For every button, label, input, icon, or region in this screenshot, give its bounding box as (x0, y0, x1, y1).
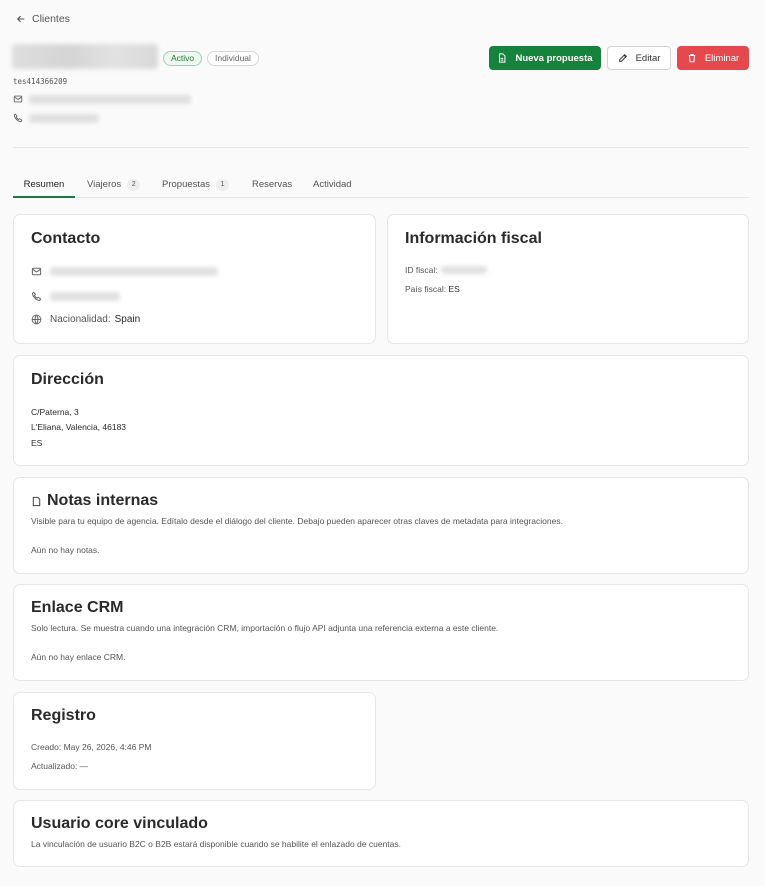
address-line-2: L'Eliana, Valencia, 46183 (31, 422, 127, 432)
tab-label: Viajeros (87, 179, 122, 190)
new-proposal-button[interactable]: Nueva propuesta (489, 46, 601, 70)
tab-count: 2 (127, 178, 141, 191)
nationality-value: Spain (114, 314, 141, 325)
address-title: Dirección (31, 371, 104, 388)
tab-actividad[interactable]: Actividad (313, 172, 352, 197)
header-email (13, 94, 191, 104)
contact-card: Contacto Nacionalidad: Spain (13, 214, 376, 344)
header-phone (13, 113, 99, 123)
core-user-description: La vinculación de usuario B2C o B2B esta… (31, 839, 401, 849)
nationality-label: Nacionalidad: (50, 314, 111, 325)
fiscal-country-row: País fiscal: ES (405, 284, 460, 294)
registry-created: Creado: May 26, 2026, 4:46 PM (31, 742, 152, 752)
fiscal-id-label: ID fiscal: (405, 265, 438, 275)
mail-icon (31, 267, 42, 276)
tab-label: Propuestas (162, 179, 211, 190)
contact-title: Contacto (31, 230, 101, 247)
client-type-badge: Individual (207, 51, 259, 66)
delete-label: Eliminar (704, 52, 740, 64)
mail-icon (13, 95, 23, 103)
edit-button[interactable]: Editar (607, 46, 671, 70)
address-line-3: ES (31, 438, 43, 448)
crm-title: Enlace CRM (31, 599, 124, 616)
fiscal-country-label: País fiscal: (405, 284, 447, 294)
notes-card: Notas internas Visible para tu equipo de… (13, 477, 749, 574)
tab-bar: Resumen Viajeros 2 Propuestas 1 Reservas… (13, 172, 749, 198)
client-header: Activo Individual Nueva propuesta Editar… (12, 44, 749, 72)
file-icon (499, 53, 506, 63)
registry-title: Registro (31, 707, 96, 724)
fiscal-title: Información fiscal (405, 230, 542, 247)
tab-label: Actividad (313, 179, 352, 190)
fiscal-country-value: ES (448, 284, 460, 294)
client-name-redacted (12, 44, 158, 69)
notes-empty: Aún no hay notas. (31, 545, 100, 555)
back-to-clients-link[interactable]: Clientes (16, 12, 70, 26)
new-proposal-label: Nueva propuesta (515, 52, 593, 64)
phone-icon (31, 291, 42, 302)
delete-button[interactable]: Eliminar (677, 46, 749, 70)
core-user-card: Usuario core vinculado La vinculación de… (13, 800, 749, 867)
contact-nationality: Nacionalidad: Spain (31, 314, 140, 325)
crm-card: Enlace CRM Solo lectura. Se muestra cuan… (13, 584, 749, 681)
address-card: Dirección C/Paterna, 3 L'Eliana, Valenci… (13, 355, 749, 466)
tab-resumen[interactable]: Resumen (13, 172, 75, 198)
header-divider (13, 147, 749, 148)
email-redacted (29, 94, 191, 104)
notes-title-row: Notas internas (31, 492, 158, 510)
tab-label: Resumen (23, 178, 65, 190)
tab-propuestas[interactable]: Propuestas 1 (162, 172, 230, 197)
pencil-icon (618, 53, 627, 62)
notes-title: Notas internas (47, 492, 159, 509)
trash-icon (688, 54, 696, 63)
registry-updated: Actualizado: — (31, 761, 89, 771)
back-label: Clientes (32, 13, 70, 25)
phone-redacted (50, 292, 120, 301)
tab-reservas[interactable]: Reservas (252, 172, 292, 197)
globe-icon (31, 314, 42, 325)
phone-icon (13, 113, 23, 123)
tab-count: 1 (216, 178, 230, 191)
note-icon (32, 496, 41, 506)
fiscal-id-redacted (440, 266, 487, 274)
registry-card: Registro Creado: May 26, 2026, 4:46 PM A… (13, 692, 376, 790)
crm-description: Solo lectura. Se muestra cuando una inte… (31, 623, 499, 633)
fiscal-card: Información fiscal ID fiscal: País fisca… (387, 214, 749, 344)
crm-empty: Aún no hay enlace CRM. (31, 652, 126, 662)
arrow-left-icon (16, 15, 25, 23)
contact-phone (31, 291, 120, 302)
tab-label: Reservas (252, 179, 293, 190)
notes-description: Visible para tu equipo de agencia. Edíta… (31, 516, 563, 526)
address-line-1: C/Paterna, 3 (31, 407, 79, 417)
fiscal-id-row: ID fiscal: (405, 265, 487, 275)
edit-label: Editar (635, 52, 661, 64)
phone-redacted (29, 113, 99, 123)
email-redacted (50, 267, 218, 276)
tab-viajeros[interactable]: Viajeros 2 (87, 172, 141, 197)
contact-email (31, 266, 218, 277)
core-user-title: Usuario core vinculado (31, 815, 208, 832)
status-badge: Activo (163, 51, 203, 66)
client-id: tes414366209 (13, 77, 68, 86)
